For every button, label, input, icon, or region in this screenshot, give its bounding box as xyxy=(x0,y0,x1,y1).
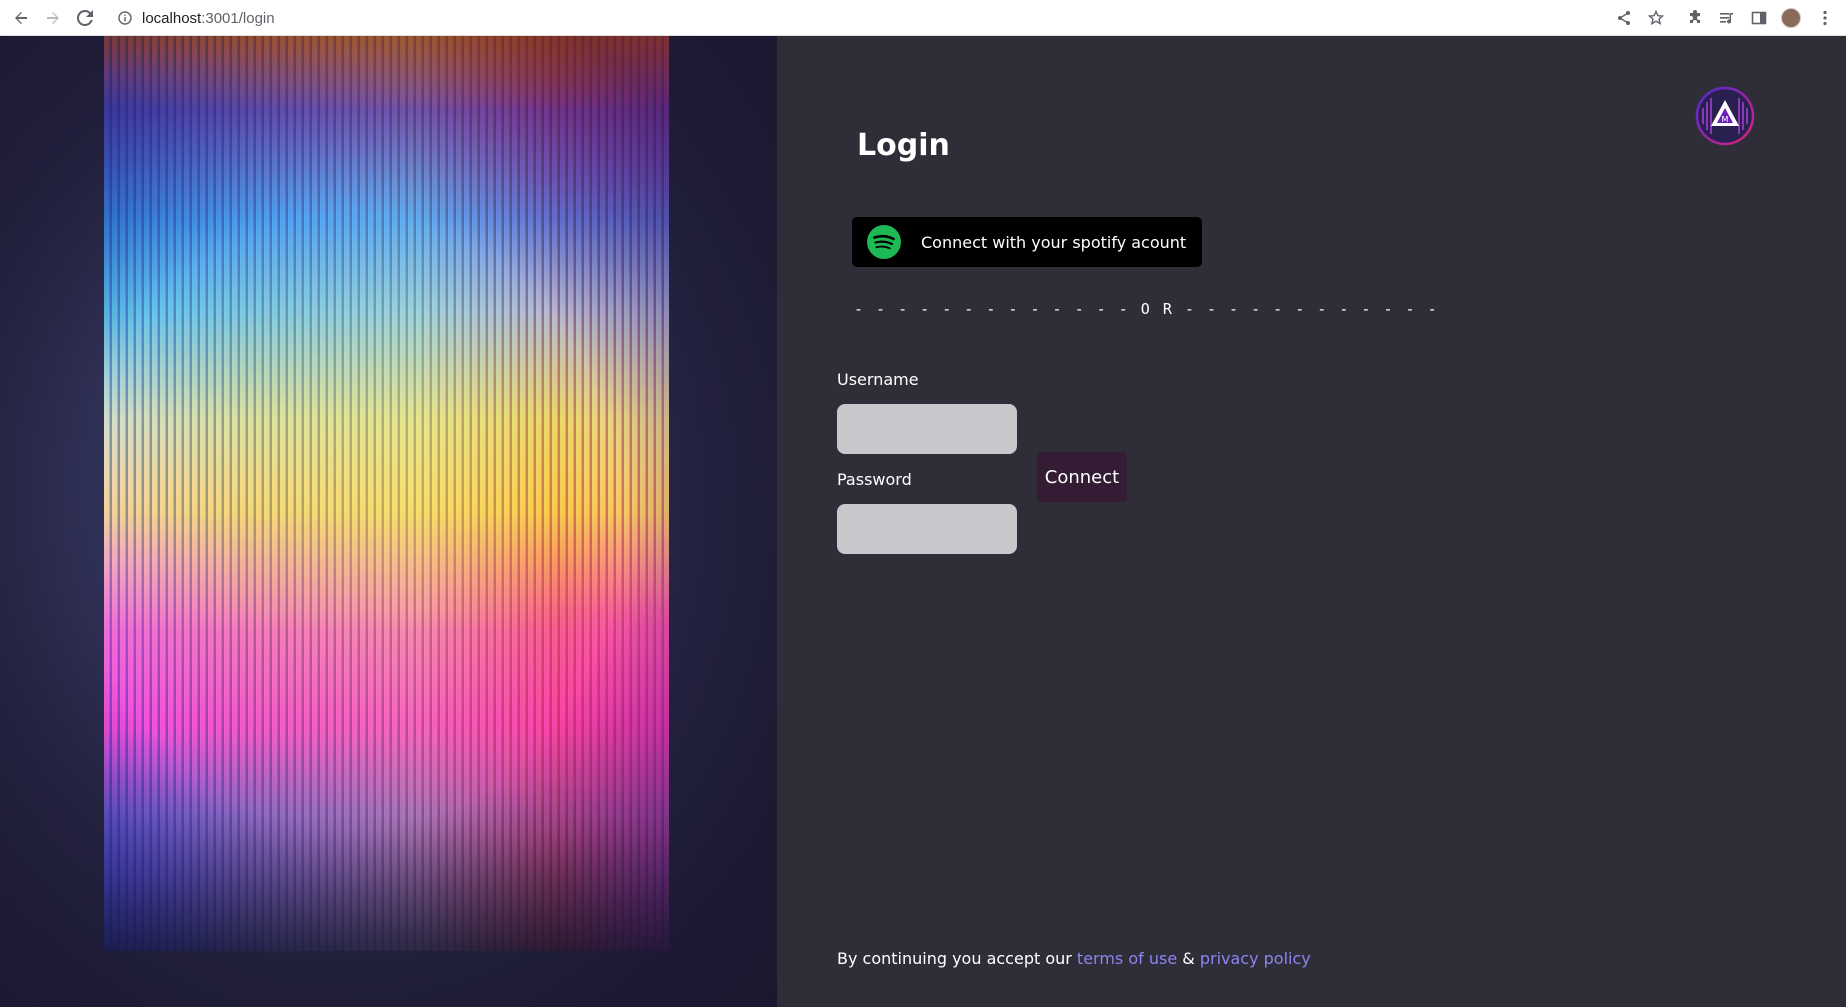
address-bar[interactable]: localhost:3001/login xyxy=(142,8,275,28)
share-icon xyxy=(1618,11,1630,25)
username-label: Username xyxy=(837,370,919,389)
side-panel-button[interactable] xyxy=(1747,6,1771,30)
browser-toolbar: localhost:3001/login xyxy=(0,0,1846,36)
hero-artwork xyxy=(0,36,777,1007)
spotify-connect-button[interactable]: Connect with your spotify acount xyxy=(852,217,1202,267)
side-panel-icon xyxy=(1751,11,1767,25)
spotify-icon xyxy=(867,225,901,259)
back-arrow-icon xyxy=(15,12,27,24)
share-button[interactable] xyxy=(1612,6,1636,30)
reload-button[interactable] xyxy=(73,6,97,30)
extensions-button[interactable] xyxy=(1683,6,1707,30)
artwork-vignette xyxy=(0,36,777,1007)
footer-text: By continuing you accept our xyxy=(837,949,1077,968)
password-label: Password xyxy=(837,470,912,489)
profile-button[interactable] xyxy=(1779,6,1803,30)
terms-footer: By continuing you accept our terms of us… xyxy=(837,949,1311,968)
forward-button[interactable] xyxy=(41,6,65,30)
site-info-button[interactable] xyxy=(113,6,137,30)
url-host: localhost xyxy=(142,9,202,27)
connect-button[interactable]: Connect xyxy=(1037,452,1127,502)
logo-letter: M xyxy=(1722,115,1729,124)
app-logo: M xyxy=(1695,86,1755,146)
password-input[interactable] xyxy=(837,504,1017,554)
avatar xyxy=(1781,8,1801,28)
forward-arrow-icon xyxy=(47,12,59,24)
url-path: :3001/login xyxy=(201,9,275,27)
or-divider: - - - - - - - - - - - - - O R - - - - - … xyxy=(854,300,1439,318)
spotify-connect-label: Connect with your spotify acount xyxy=(921,232,1187,252)
playlist-icon xyxy=(1720,13,1733,24)
media-controls-button[interactable] xyxy=(1715,6,1739,30)
puzzle-icon xyxy=(1690,10,1700,23)
footer-ampersand: & xyxy=(1177,949,1200,968)
menu-button[interactable] xyxy=(1813,6,1837,30)
bookmark-button[interactable] xyxy=(1644,6,1668,30)
privacy-policy-link[interactable]: privacy policy xyxy=(1200,949,1311,968)
reload-icon xyxy=(77,10,93,26)
back-button[interactable] xyxy=(9,6,33,30)
star-icon xyxy=(1648,10,1664,26)
info-icon xyxy=(118,11,132,25)
page-title: Login xyxy=(857,128,950,163)
logo-icon: M xyxy=(1695,86,1755,146)
terms-of-use-link[interactable]: terms of use xyxy=(1077,949,1177,968)
username-input[interactable] xyxy=(837,404,1017,454)
kebab-menu-icon xyxy=(1823,10,1827,26)
